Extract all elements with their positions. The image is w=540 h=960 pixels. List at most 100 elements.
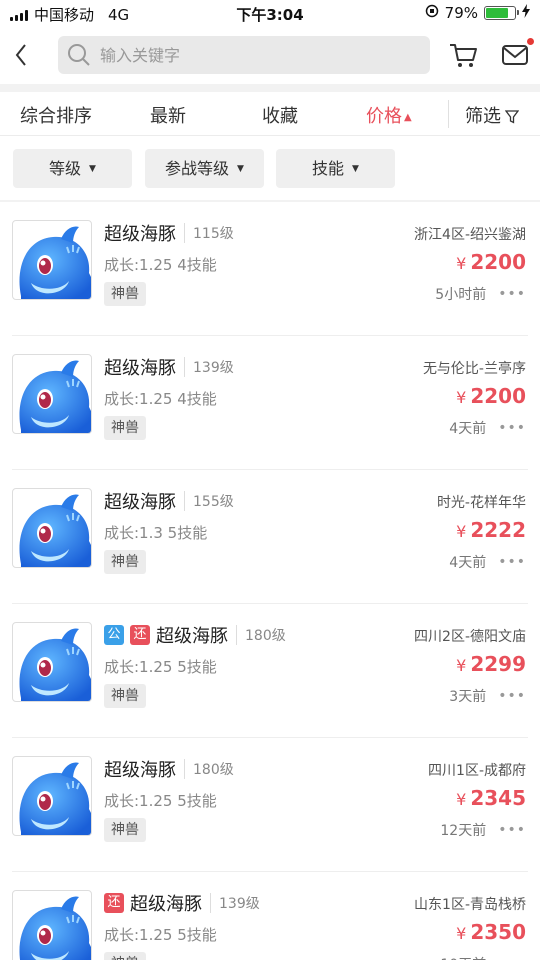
search-bar[interactable] — [58, 36, 430, 74]
time-row: 4天前 ••• — [449, 418, 526, 438]
listing-time: 5小时前 — [435, 287, 487, 303]
listing-time: 4天前 — [449, 555, 487, 571]
filter-battle-level-label: 参战等级 — [165, 159, 230, 178]
listing-time: 3天前 — [449, 689, 487, 705]
search-input[interactable] — [100, 45, 400, 65]
pet-tag: 神兽 — [104, 684, 146, 708]
listing-time: 4天前 — [449, 421, 487, 437]
tab-favorites[interactable]: 收藏 — [262, 102, 298, 128]
price-value: 2350 — [470, 920, 526, 944]
pet-stats: 成长:1.25 4技能 — [104, 390, 217, 408]
pet-avatar — [12, 622, 92, 702]
tab-price[interactable]: 价格 ▲ — [366, 102, 412, 128]
list-item[interactable]: 超级海豚 180级 成长:1.25 5技能 神兽 四川1区-成都府 ¥2345 … — [12, 738, 528, 872]
list-item[interactable]: 还 超级海豚 139级 成长:1.25 5技能 神兽 山东1区-青岛栈桥 ¥23… — [12, 872, 528, 960]
name-row: 超级海豚 139级 — [104, 354, 234, 380]
currency-symbol: ¥ — [456, 522, 467, 541]
list-item[interactable]: 公还 超级海豚 180级 成长:1.25 5技能 神兽 四川2区-德阳文庙 ¥2… — [12, 604, 528, 738]
pet-stats: 成长:1.25 5技能 — [104, 792, 217, 810]
dolphin-image — [19, 896, 91, 960]
filter-battle-level[interactable]: 参战等级 ▼ — [145, 149, 264, 188]
cart-button[interactable] — [448, 40, 478, 70]
dolphin-image — [19, 628, 91, 701]
more-icon[interactable]: ••• — [498, 420, 526, 436]
pet-stats: 成长:1.25 4技能 — [104, 256, 217, 274]
dolphin-image — [19, 762, 91, 835]
filter-skill[interactable]: 技能 ▼ — [276, 149, 395, 188]
price: ¥2345 — [456, 786, 526, 810]
pet-name: 超级海豚 — [104, 224, 176, 245]
pet-avatar — [12, 890, 92, 960]
dolphin-image — [19, 226, 91, 299]
battery-icon — [484, 6, 519, 20]
pet-tag: 神兽 — [104, 550, 146, 574]
caret-down-icon: ▼ — [352, 164, 359, 174]
price-value: 2299 — [470, 652, 526, 676]
pet-tag: 神兽 — [104, 952, 146, 960]
back-button[interactable] — [10, 40, 34, 70]
price: ¥2222 — [456, 518, 526, 542]
caret-down-icon: ▼ — [89, 164, 96, 174]
pet-tag: 神兽 — [104, 818, 146, 842]
pet-avatar — [12, 756, 92, 836]
caret-down-icon: ▼ — [237, 164, 244, 174]
header — [0, 28, 540, 84]
status-bar: 中国移动 4G 下午3:04 79% — [0, 0, 540, 28]
pet-level: 180级 — [236, 625, 286, 645]
time-row: 10天前 ••• — [440, 954, 526, 960]
tab-filter[interactable]: 筛选 — [465, 102, 519, 128]
rotation-lock-icon — [425, 4, 439, 22]
price-value: 2345 — [470, 786, 526, 810]
pet-name: 超级海豚 — [104, 492, 176, 513]
currency-symbol: ¥ — [456, 656, 467, 675]
server-name: 时光-花样年华 — [436, 495, 526, 511]
filter-icon — [505, 110, 519, 124]
pet-stats: 成长:1.25 5技能 — [104, 658, 217, 676]
time-row: 5小时前 ••• — [435, 284, 526, 304]
time-row: 4天前 ••• — [449, 552, 526, 572]
pet-level: 115级 — [184, 223, 234, 243]
list-item[interactable]: 超级海豚 115级 成长:1.25 4技能 神兽 浙江4区-绍兴鉴湖 ¥2200… — [12, 202, 528, 336]
filter-level[interactable]: 等级 ▼ — [13, 149, 132, 188]
divider — [0, 84, 540, 92]
badge-group: 公还 — [104, 625, 150, 645]
pet-tag: 神兽 — [104, 282, 146, 306]
currency-symbol: ¥ — [456, 924, 467, 943]
server-name: 四川1区-成都府 — [428, 763, 526, 779]
pet-name: 超级海豚 — [156, 626, 228, 647]
server-name: 浙江4区-绍兴鉴湖 — [414, 227, 526, 243]
pet-stats: 成长:1.3 5技能 — [104, 524, 208, 542]
pet-level: 155级 — [184, 491, 234, 511]
list-item[interactable]: 超级海豚 139级 成长:1.25 4技能 神兽 无与伦比-兰亭序 ¥2200 … — [12, 336, 528, 470]
price: ¥2200 — [456, 384, 526, 408]
listing-time: 12天前 — [440, 823, 487, 839]
pet-level: 139级 — [210, 893, 260, 913]
server-name: 四川2区-德阳文庙 — [414, 629, 526, 645]
server-name: 无与伦比-兰亭序 — [422, 361, 526, 377]
currency-symbol: ¥ — [456, 790, 467, 809]
time-row: 12天前 ••• — [440, 820, 526, 840]
list-item[interactable]: 超级海豚 155级 成长:1.3 5技能 神兽 时光-花样年华 ¥2222 4天… — [12, 470, 528, 604]
filter-chips: 等级 ▼ 参战等级 ▼ 技能 ▼ — [0, 136, 540, 200]
tab-filter-label: 筛选 — [465, 106, 501, 127]
more-icon[interactable]: ••• — [498, 956, 526, 960]
tab-comprehensive-sort[interactable]: 综合排序 — [20, 102, 92, 128]
price-value: 2200 — [470, 250, 526, 274]
mail-icon — [502, 45, 528, 65]
currency-symbol: ¥ — [456, 254, 467, 273]
more-icon[interactable]: ••• — [498, 688, 526, 704]
price: ¥2299 — [456, 652, 526, 676]
more-icon[interactable]: ••• — [498, 822, 526, 838]
filter-level-label: 等级 — [49, 159, 82, 178]
return-badge: 还 — [104, 893, 124, 913]
search-icon — [68, 44, 90, 66]
notification-dot — [527, 38, 534, 45]
more-icon[interactable]: ••• — [498, 554, 526, 570]
sort-up-icon: ▲ — [404, 111, 412, 123]
more-icon[interactable]: ••• — [498, 286, 526, 302]
pet-name: 超级海豚 — [104, 358, 176, 379]
charging-icon — [522, 4, 530, 22]
tab-newest[interactable]: 最新 — [150, 102, 186, 128]
name-row: 超级海豚 115级 — [104, 220, 234, 246]
message-button[interactable] — [500, 38, 534, 70]
